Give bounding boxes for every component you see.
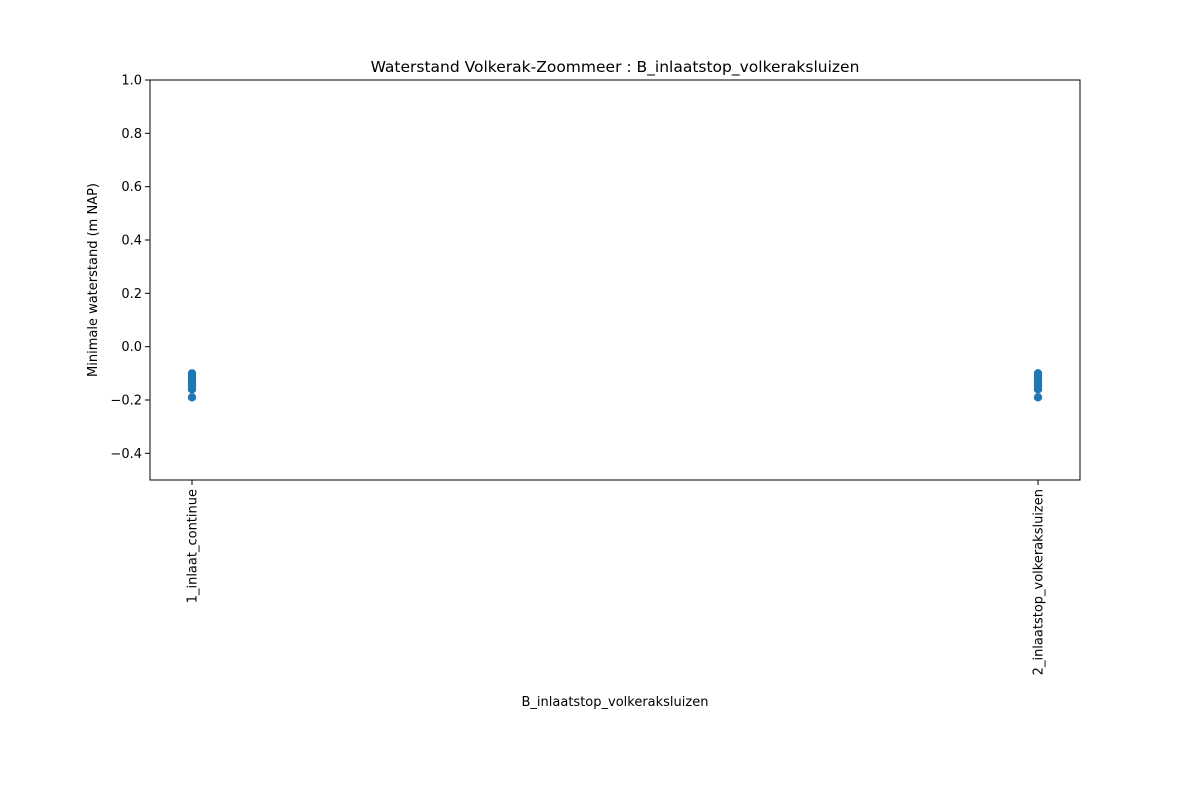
data-point: [1033, 385, 1043, 394]
y-tick-label: 0.4: [121, 234, 142, 249]
y-tick-label: 0.2: [121, 287, 142, 302]
y-axis-label: Minimale waterstand (m NAP): [86, 183, 101, 377]
x-axis-label: B_inlaatstop_volkeraksluizen: [522, 695, 709, 710]
y-tick-label: 0.0: [121, 340, 142, 355]
y-tick-label: 0.8: [121, 127, 142, 142]
y-tick-label: 1.0: [121, 74, 142, 89]
x-tick-label: 2_inlaatstop_volkeraksluizen: [1032, 489, 1047, 675]
y-tick-label: −0.4: [110, 447, 142, 462]
data-point: [187, 393, 197, 402]
y-tick-label: −0.2: [110, 394, 142, 409]
x-tick-label: 1_inlaat_continue: [186, 489, 201, 603]
chart-background: [0, 0, 1200, 800]
chart: Waterstand Volkerak-Zoommeer : B_inlaats…: [0, 0, 1200, 800]
y-tick-label: 0.6: [121, 180, 142, 195]
data-point: [187, 385, 197, 394]
data-point: [1033, 393, 1043, 402]
chart-title: Waterstand Volkerak-Zoommeer : B_inlaats…: [371, 58, 860, 77]
